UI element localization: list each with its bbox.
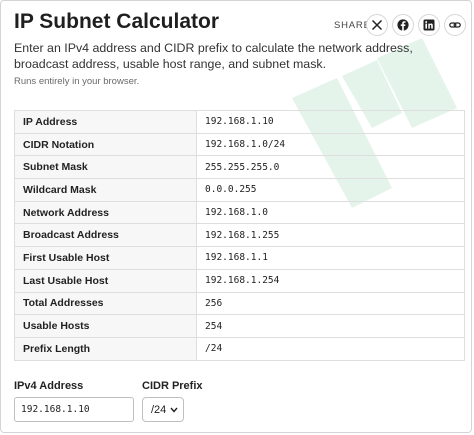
table-row: Subnet Mask 255.255.255.0 <box>14 155 465 180</box>
row-label: Network Address <box>14 200 197 225</box>
copy-link-button[interactable] <box>444 14 466 36</box>
share-linkedin-button[interactable] <box>418 14 440 36</box>
share-facebook-button[interactable] <box>392 14 414 36</box>
row-value: 254 <box>196 314 465 338</box>
row-value: 192.168.1.0/24 <box>196 132 465 157</box>
row-value: 192.168.1.10 <box>196 110 465 134</box>
row-label: Total Addresses <box>14 291 197 316</box>
table-row: Usable Hosts 254 <box>14 314 465 338</box>
table-row: First Usable Host 192.168.1.1 <box>14 246 465 270</box>
link-icon <box>449 22 461 28</box>
row-value: 0.0.0.255 <box>196 178 465 202</box>
row-label: Last Usable Host <box>14 268 197 293</box>
ipv4-address-label: IPv4 Address <box>14 380 84 392</box>
row-label: First Usable Host <box>14 246 197 270</box>
row-value: /24 <box>196 336 465 361</box>
cidr-prefix-value: /24 <box>151 403 167 416</box>
table-row: Total Addresses 256 <box>14 291 465 316</box>
row-value: 255.255.255.0 <box>196 155 465 180</box>
table-row: Network Address 192.168.1.0 <box>14 200 465 225</box>
table-row: CIDR Notation 192.168.1.0/24 <box>14 132 465 157</box>
row-value: 192.168.1.254 <box>196 268 465 293</box>
row-label: IP Address <box>14 110 197 134</box>
row-value: 192.168.1.0 <box>196 200 465 225</box>
row-label: Wildcard Mask <box>14 178 197 202</box>
row-label: CIDR Notation <box>14 132 197 157</box>
table-row: IP Address 192.168.1.10 <box>14 110 465 134</box>
row-label: Usable Hosts <box>14 314 197 338</box>
linkedin-icon <box>423 19 435 31</box>
row-label: Broadcast Address <box>14 223 197 248</box>
facebook-icon <box>397 19 409 31</box>
cidr-prefix-select[interactable]: /24 <box>142 397 184 422</box>
table-row: Broadcast Address 192.168.1.255 <box>14 223 465 248</box>
share-x-button[interactable] <box>366 14 388 36</box>
row-value: 192.168.1.255 <box>196 223 465 248</box>
row-label: Subnet Mask <box>14 155 197 180</box>
x-icon <box>371 19 383 31</box>
browser-note: Runs entirely in your browser. <box>14 76 140 87</box>
chevron-down-icon <box>170 407 178 413</box>
page-description: Enter an IPv4 address and CIDR prefix to… <box>14 41 413 71</box>
row-label: Prefix Length <box>14 336 197 361</box>
table-row: Last Usable Host 192.168.1.254 <box>14 268 465 293</box>
row-value: 192.168.1.1 <box>196 246 465 270</box>
share-bar: SHARE <box>0 14 474 38</box>
results-table: IP Address 192.168.1.10 CIDR Notation 19… <box>14 110 465 361</box>
cidr-prefix-label: CIDR Prefix <box>142 380 203 392</box>
table-row: Wildcard Mask 0.0.0.255 <box>14 178 465 202</box>
ipv4-address-input[interactable] <box>14 397 134 422</box>
row-value: 256 <box>196 291 465 316</box>
table-row: Prefix Length /24 <box>14 336 465 361</box>
